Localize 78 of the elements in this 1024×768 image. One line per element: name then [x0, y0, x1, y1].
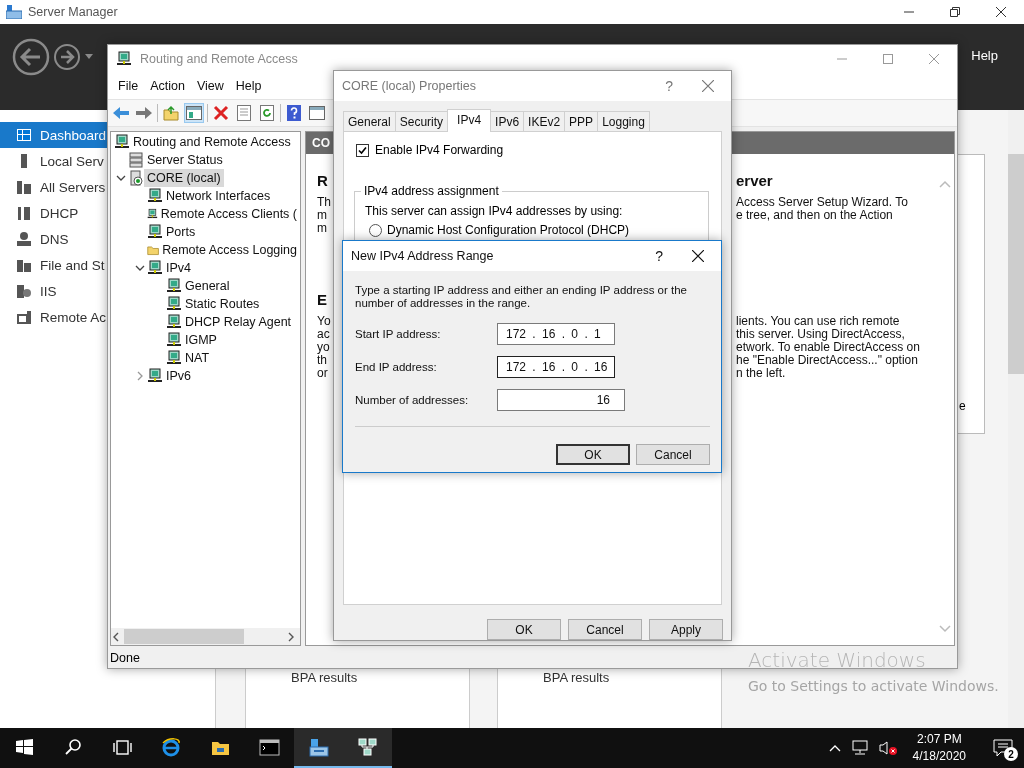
dialog-button[interactable]: Cancel [636, 444, 710, 465]
sidebar-item[interactable]: File and St [0, 252, 107, 278]
activation-title: Activate Windows [748, 648, 927, 672]
tab[interactable]: IPv4 [447, 109, 492, 132]
card-text: e [959, 399, 966, 413]
instructions-text: Type a starting IP address and either an ending IP address or the number of addresses in the range. [355, 284, 688, 310]
tree-item[interactable]: CORE (local) [144, 169, 224, 187]
tree-item[interactable]: IGMP [182, 331, 220, 349]
tab[interactable]: General [343, 111, 396, 132]
help-button[interactable]: ? [647, 248, 671, 264]
tree-item[interactable]: Routing and Remote Access [130, 133, 294, 151]
tree-item[interactable]: NAT [182, 349, 213, 367]
tile[interactable]: BPA results [245, 669, 470, 728]
window-title: Routing and Remote Access [140, 52, 298, 66]
sidebar-item[interactable]: DHCP [0, 200, 107, 226]
section-heading: R [317, 172, 329, 190]
tree-item[interactable]: Remote Access Clients ( [157, 205, 300, 223]
description-text: e tree, and then on the Action [736, 209, 894, 222]
menu-item[interactable]: File [112, 79, 145, 93]
tree-item[interactable]: IPv4 [163, 259, 194, 277]
dialog-button[interactable]: Cancel [568, 619, 642, 640]
tree-item[interactable]: DHCP Relay Agent [182, 313, 295, 331]
tab[interactable]: Logging [597, 111, 650, 132]
field-label: Number of addresses: [355, 394, 470, 406]
tree-item[interactable]: Remote Access Logging [159, 241, 300, 259]
window-title: Server Manager [28, 5, 118, 19]
description-text: m [317, 209, 328, 222]
description-text: m [317, 222, 328, 235]
clock-time[interactable]: 2:07 PM [916, 731, 962, 748]
dialog-title: New IPv4 Address Range [351, 249, 494, 263]
description-text: n the left. [736, 367, 787, 380]
sidebar-item[interactable]: IIS [0, 278, 107, 304]
clock-date[interactable]: 4/18/2020 [912, 748, 966, 765]
status-text: Done [110, 651, 140, 665]
ip-address-field[interactable]: 172 . 16 . 0 . 16 [497, 356, 615, 378]
field-label: End IP address: [355, 361, 438, 373]
description-text: Th [317, 196, 332, 209]
sidebar-item[interactable]: Local Serv [0, 148, 107, 174]
section-heading: E [317, 291, 328, 309]
dialog-button[interactable]: OK [556, 444, 630, 465]
sidebar-item[interactable]: All Servers [0, 174, 107, 200]
tree-item[interactable]: Ports [163, 223, 199, 241]
dialog-button[interactable]: Apply [649, 619, 723, 640]
description-text: th [317, 354, 327, 367]
radio-label[interactable]: Dynamic Host Configuration Protocol (DHCP) [387, 223, 630, 237]
field-label: Start IP address: [355, 328, 442, 340]
tree-item[interactable]: Network Interfaces [163, 187, 274, 205]
description-text: yo [317, 341, 331, 354]
description-text: etwork. To enable DirectAccess on [736, 341, 921, 354]
ip-address-field[interactable]: 172 . 16 . 0 . 1 [497, 323, 615, 345]
section-heading: erver [736, 172, 774, 190]
description-text: this server. Using DirectAccess, [736, 328, 906, 341]
description-text: or [317, 367, 329, 380]
sidebar-item[interactable]: Remote Ac [0, 304, 107, 330]
description-text: Yo [317, 315, 332, 328]
number-field[interactable]: 16 [497, 389, 625, 411]
checkbox-label[interactable]: Enable IPv4 Forwarding [375, 143, 504, 157]
sidebar-item[interactable]: DNS [0, 226, 107, 252]
menu-item[interactable]: View [190, 79, 230, 93]
help-menu[interactable]: Help [971, 48, 998, 63]
description-text: he "Enable DirectAccess..." option [736, 354, 919, 367]
help-button[interactable]: ? [657, 78, 681, 94]
tile[interactable]: BPA results [497, 669, 722, 728]
sidebar-item[interactable]: Dashboard [0, 122, 107, 148]
group-title: IPv4 address assignment [361, 184, 502, 198]
description-text: lients. You can use rich remote [736, 315, 901, 328]
menu-item[interactable]: Help [229, 79, 268, 93]
tree-item[interactable]: Static Routes [182, 295, 263, 313]
tree-item[interactable]: Server Status [144, 151, 226, 169]
dialog-title: CORE (local) Properties [342, 79, 477, 93]
tree-item[interactable]: General [182, 277, 233, 295]
activation-text: Go to Settings to activate Windows. [748, 678, 999, 694]
description-text: ac [317, 328, 331, 341]
dialog-button[interactable]: OK [487, 619, 561, 640]
menu-item[interactable]: Action [144, 79, 191, 93]
tree-item[interactable]: IPv6 [163, 367, 194, 385]
description-text: Access Server Setup Wizard. To [736, 196, 909, 209]
group-text: This server can assign IPv4 addresses by using: [365, 204, 624, 218]
